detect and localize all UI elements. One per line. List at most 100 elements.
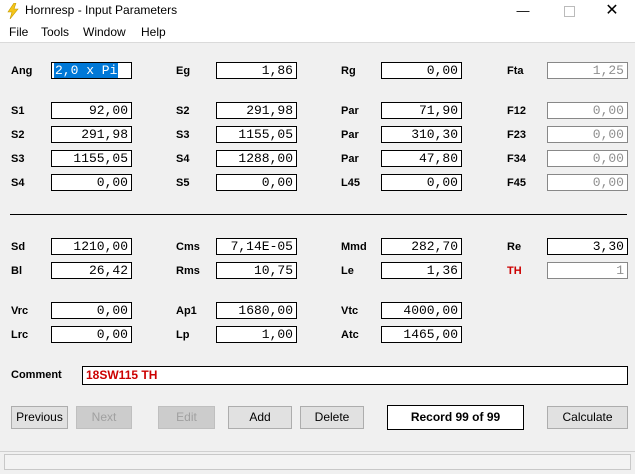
param-value: 291,98 bbox=[81, 127, 128, 142]
param-label-f12: F12 bbox=[507, 105, 526, 117]
param-field-bl[interactable]: 26,42 bbox=[51, 262, 132, 279]
param-label-le: Le bbox=[341, 265, 354, 277]
param-label-mmd: Mmd bbox=[341, 241, 367, 253]
param-field-atc[interactable]: 1465,00 bbox=[381, 326, 462, 343]
param-field-lp[interactable]: 1,00 bbox=[216, 326, 297, 343]
param-value: 92,00 bbox=[88, 103, 128, 118]
param-field-par[interactable]: 71,90 bbox=[381, 102, 462, 119]
menu-tools[interactable]: Tools bbox=[41, 25, 69, 39]
menu-help[interactable]: Help bbox=[141, 25, 166, 39]
param-field-ang[interactable]: 2,0 x Pi bbox=[51, 62, 132, 79]
param-value: 310,30 bbox=[411, 127, 458, 142]
param-field-sd[interactable]: 1210,00 bbox=[51, 238, 132, 255]
param-label-re: Re bbox=[507, 241, 522, 253]
calculate-button-label: Calculate bbox=[562, 410, 613, 424]
param-label-vrc: Vrc bbox=[11, 305, 29, 317]
param-field-rg[interactable]: 0,00 bbox=[381, 62, 462, 79]
param-value: 1210,00 bbox=[73, 239, 128, 254]
param-label-par: Par bbox=[341, 129, 359, 141]
delete-button[interactable]: Delete bbox=[300, 406, 364, 429]
param-field-rms[interactable]: 10,75 bbox=[216, 262, 297, 279]
param-label-vtc: Vtc bbox=[341, 305, 359, 317]
maximize-icon bbox=[563, 6, 575, 18]
param-value: 10,75 bbox=[253, 263, 293, 278]
param-field-s3[interactable]: 1155,05 bbox=[51, 150, 132, 167]
add-button[interactable]: Add bbox=[228, 406, 292, 429]
param-field-s4[interactable]: 1288,00 bbox=[216, 150, 297, 167]
previous-button-label: Previous bbox=[16, 410, 63, 424]
param-field-s2[interactable]: 291,98 bbox=[51, 126, 132, 143]
param-field-s5[interactable]: 0,00 bbox=[216, 174, 297, 191]
delete-button-label: Delete bbox=[314, 410, 350, 424]
param-value: 0,00 bbox=[426, 63, 458, 78]
comment-input[interactable]: 18SW115 TH bbox=[82, 366, 628, 385]
param-label-s3: S3 bbox=[176, 129, 190, 141]
param-value: 0,00 bbox=[592, 151, 624, 166]
menu-window[interactable]: Window bbox=[83, 25, 126, 39]
param-field-ap1[interactable]: 1680,00 bbox=[216, 302, 297, 319]
param-field-f23[interactable]: 0,00 bbox=[547, 126, 628, 143]
param-field-f12[interactable]: 0,00 bbox=[547, 102, 628, 119]
param-field-le[interactable]: 1,36 bbox=[381, 262, 462, 279]
param-value: 0,00 bbox=[261, 175, 293, 190]
minimize-button[interactable]: — bbox=[500, 0, 546, 22]
param-label-bl: Bl bbox=[11, 265, 22, 277]
param-label-f23: F23 bbox=[507, 129, 526, 141]
param-field-th[interactable]: 1 bbox=[547, 262, 628, 279]
param-field-s3[interactable]: 1155,05 bbox=[216, 126, 297, 143]
param-label-l45: L45 bbox=[341, 177, 360, 189]
calculate-button[interactable]: Calculate bbox=[547, 406, 628, 429]
param-label-lrc: Lrc bbox=[11, 329, 29, 341]
add-button-label: Add bbox=[249, 410, 271, 424]
param-field-eg[interactable]: 1,86 bbox=[216, 62, 297, 79]
param-field-s1[interactable]: 92,00 bbox=[51, 102, 132, 119]
param-label-par: Par bbox=[341, 153, 359, 165]
param-field-f45[interactable]: 0,00 bbox=[547, 174, 628, 191]
param-value: 1155,05 bbox=[73, 151, 128, 166]
window-title: Hornresp - Input Parameters bbox=[25, 3, 178, 17]
next-button[interactable]: Next bbox=[76, 406, 132, 429]
edit-button-label: Edit bbox=[176, 410, 197, 424]
param-value: 7,14E-05 bbox=[230, 239, 293, 254]
menu-file[interactable]: File bbox=[9, 25, 28, 39]
param-value: 1,25 bbox=[592, 63, 624, 78]
param-field-fta[interactable]: 1,25 bbox=[547, 62, 628, 79]
param-field-f34[interactable]: 0,00 bbox=[547, 150, 628, 167]
param-label-s1: S1 bbox=[11, 105, 25, 117]
param-field-s2[interactable]: 291,98 bbox=[216, 102, 297, 119]
param-field-vtc[interactable]: 4000,00 bbox=[381, 302, 462, 319]
param-value: 1465,00 bbox=[403, 327, 458, 342]
param-label-s2: S2 bbox=[11, 129, 25, 141]
edit-button[interactable]: Edit bbox=[158, 406, 215, 429]
param-label-par: Par bbox=[341, 105, 359, 117]
param-field-vrc[interactable]: 0,00 bbox=[51, 302, 132, 319]
param-value: 0,00 bbox=[426, 175, 458, 190]
param-field-s4[interactable]: 0,00 bbox=[51, 174, 132, 191]
record-indicator: Record 99 of 99 bbox=[387, 405, 524, 430]
param-field-mmd[interactable]: 282,70 bbox=[381, 238, 462, 255]
param-value: 1155,05 bbox=[238, 127, 293, 142]
param-field-re[interactable]: 3,30 bbox=[547, 238, 628, 255]
param-field-l45[interactable]: 0,00 bbox=[381, 174, 462, 191]
param-field-lrc[interactable]: 0,00 bbox=[51, 326, 132, 343]
hornresp-lightning-icon bbox=[7, 3, 19, 19]
param-label-lp: Lp bbox=[176, 329, 190, 341]
param-label-rms: Rms bbox=[176, 265, 200, 277]
close-button[interactable]: ✕ bbox=[589, 0, 635, 22]
param-label-th: TH bbox=[507, 265, 522, 277]
param-value: 4000,00 bbox=[403, 303, 458, 318]
previous-button[interactable]: Previous bbox=[11, 406, 68, 429]
param-field-par[interactable]: 310,30 bbox=[381, 126, 462, 143]
param-value: 71,90 bbox=[418, 103, 458, 118]
param-label-f45: F45 bbox=[507, 177, 526, 189]
param-label-ang: Ang bbox=[11, 65, 33, 77]
param-value: 291,98 bbox=[246, 103, 293, 118]
param-field-cms[interactable]: 7,14E-05 bbox=[216, 238, 297, 255]
param-value: 1,00 bbox=[261, 327, 293, 342]
param-value: 1680,00 bbox=[238, 303, 293, 318]
param-label-s2: S2 bbox=[176, 105, 190, 117]
param-label-ap1: Ap1 bbox=[176, 305, 197, 317]
param-value: 0,00 bbox=[96, 327, 128, 342]
maximize-button[interactable] bbox=[546, 0, 592, 22]
param-field-par[interactable]: 47,80 bbox=[381, 150, 462, 167]
